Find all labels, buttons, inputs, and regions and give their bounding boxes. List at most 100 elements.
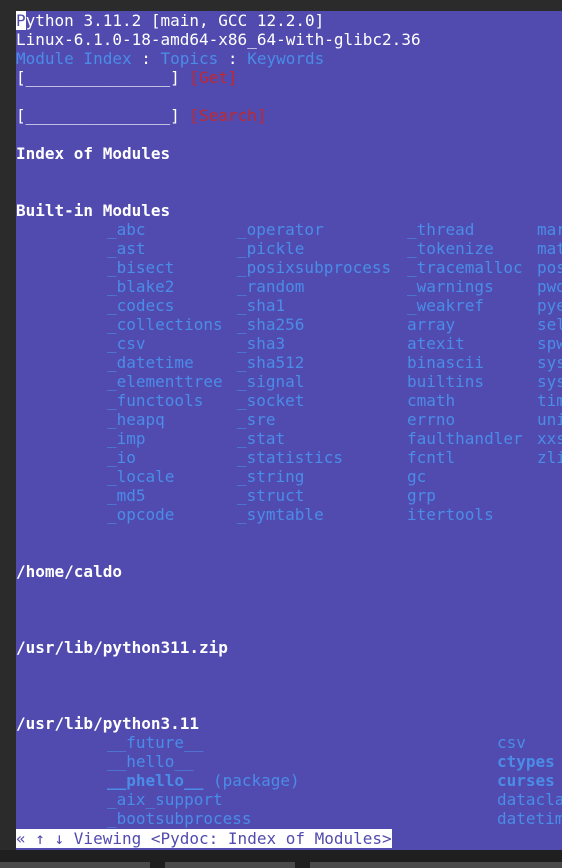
taskbar-segment	[310, 862, 562, 868]
module-link[interactable]: sys	[537, 353, 562, 372]
package-label: (package)	[203, 771, 300, 790]
taskbar-segment	[0, 862, 150, 868]
get-form: [_______________] [Get]	[16, 68, 238, 87]
module-link[interactable]: _struct	[237, 486, 304, 505]
module-link[interactable]: mar	[537, 220, 562, 239]
module-link[interactable]: _csv	[107, 334, 146, 353]
module-entry: __hello__	[107, 752, 194, 771]
module-link[interactable]: tim	[537, 391, 562, 410]
search-button[interactable]: [Search]	[189, 106, 266, 125]
module-link[interactable]: _aix_support	[107, 790, 223, 809]
module-link[interactable]: binascii	[407, 353, 484, 372]
path-zip: /usr/lib/python311.zip	[16, 638, 228, 657]
module-entry: _aix_support	[107, 790, 223, 809]
module-link[interactable]: mat	[537, 239, 562, 258]
module-link[interactable]: _weakref	[407, 296, 484, 315]
module-link[interactable]: gc	[407, 467, 426, 486]
module-link[interactable]: pye	[537, 296, 562, 315]
module-entry: __phello__ (package)	[107, 771, 300, 790]
module-link[interactable]: _warnings	[407, 277, 494, 296]
module-link[interactable]: itertools	[407, 505, 494, 524]
status-bar: « ↑ ↓ Viewing <Pydoc: Index of Modules>	[16, 829, 392, 848]
module-link[interactable]: csv	[497, 733, 526, 752]
module-link[interactable]: _random	[237, 277, 304, 296]
keywords-link[interactable]: Keywords	[247, 49, 324, 68]
module-link[interactable]: _sha512	[237, 353, 304, 372]
module-link[interactable]: curses	[497, 771, 555, 790]
module-link[interactable]: sys	[537, 372, 562, 391]
module-link[interactable]: sel	[537, 315, 562, 334]
module-link[interactable]: _abc	[107, 220, 146, 239]
window-bottom-edge	[0, 850, 562, 868]
nav-separator: :	[218, 49, 248, 68]
path-home: /home/caldo	[16, 562, 122, 581]
module-link[interactable]: faulthandler	[407, 429, 523, 448]
module-link[interactable]: _pickle	[237, 239, 304, 258]
module-link[interactable]: _blake2	[107, 277, 174, 296]
module-link[interactable]: _opcode	[107, 505, 174, 524]
module-link[interactable]: __phello__	[107, 771, 203, 790]
get-input[interactable]: [_______________]	[16, 68, 180, 87]
topics-link[interactable]: Topics	[161, 49, 219, 68]
module-link[interactable]: _io	[107, 448, 136, 467]
module-entry: _bootsubprocess	[107, 809, 252, 828]
module-link[interactable]: __future__	[107, 733, 203, 752]
module-link[interactable]: _posixsubprocess	[237, 258, 391, 277]
module-link[interactable]: fcntl	[407, 448, 455, 467]
taskbar-segment	[165, 862, 295, 868]
module-link[interactable]: _elementtree	[107, 372, 223, 391]
path-lib: /usr/lib/python3.11	[16, 714, 200, 733]
nav-line: Module Index : Topics : Keywords	[16, 49, 324, 68]
module-link[interactable]: _tokenize	[407, 239, 494, 258]
module-link[interactable]: _heapq	[107, 410, 165, 429]
module-link[interactable]: _sha256	[237, 315, 304, 334]
module-link[interactable]: array	[407, 315, 455, 334]
search-input[interactable]: [_______________]	[16, 106, 180, 125]
module-link[interactable]: _collections	[107, 315, 223, 334]
module-link[interactable]: _stat	[237, 429, 285, 448]
module-link[interactable]: errno	[407, 410, 455, 429]
module-link[interactable]: grp	[407, 486, 436, 505]
module-link[interactable]: _locale	[107, 467, 174, 486]
module-link[interactable]: ctypes	[497, 752, 555, 771]
module-link[interactable]: pwd	[537, 277, 562, 296]
text-cursor: P	[16, 11, 26, 30]
get-button[interactable]: [Get]	[189, 68, 237, 87]
module-link[interactable]: atexit	[407, 334, 465, 353]
nav-separator: :	[131, 49, 161, 68]
module-link[interactable]: _imp	[107, 429, 146, 448]
module-link[interactable]: _functools	[107, 391, 203, 410]
platform-line: Linux-6.1.0-18-amd64-x86_64-with-glibc2.…	[16, 30, 421, 49]
module-link[interactable]: _bootsubprocess	[107, 809, 252, 828]
module-link[interactable]: datetim	[497, 809, 562, 828]
module-link[interactable]: _signal	[237, 372, 304, 391]
module-link[interactable]: cmath	[407, 391, 455, 410]
module-link[interactable]: _bisect	[107, 258, 174, 277]
module-link[interactable]: _md5	[107, 486, 146, 505]
module-link[interactable]: builtins	[407, 372, 484, 391]
module-link[interactable]: _tracemalloc	[407, 258, 523, 277]
module-link[interactable]: uni	[537, 410, 562, 429]
page-title: Index of Modules	[16, 144, 171, 163]
module-link[interactable]: _operator	[237, 220, 324, 239]
module-link[interactable]: _sha1	[237, 296, 285, 315]
module-link[interactable]: datacla	[497, 790, 562, 809]
module-link[interactable]: _string	[237, 467, 304, 486]
module-link[interactable]: spw	[537, 334, 562, 353]
module-link[interactable]: pos	[537, 258, 562, 277]
module-link[interactable]: _codecs	[107, 296, 174, 315]
module-link[interactable]: _thread	[407, 220, 474, 239]
module-link[interactable]: _socket	[237, 391, 304, 410]
module-link[interactable]: _sre	[237, 410, 276, 429]
module-link[interactable]: zli	[537, 448, 562, 467]
pydoc-screen: Python 3.11.2 [main, GCC 12.2.0] Linux-6…	[16, 11, 562, 850]
module-link[interactable]: __hello__	[107, 752, 194, 771]
module-link[interactable]: xxs	[537, 429, 562, 448]
module-link[interactable]: _sha3	[237, 334, 285, 353]
module-index-link[interactable]: Module Index	[16, 49, 132, 68]
module-link[interactable]: _symtable	[237, 505, 324, 524]
module-link[interactable]: _datetime	[107, 353, 194, 372]
python-version: ython 3.11.2 [main, GCC 12.2.0]	[25, 11, 325, 30]
module-link[interactable]: _ast	[107, 239, 146, 258]
module-link[interactable]: _statistics	[237, 448, 343, 467]
